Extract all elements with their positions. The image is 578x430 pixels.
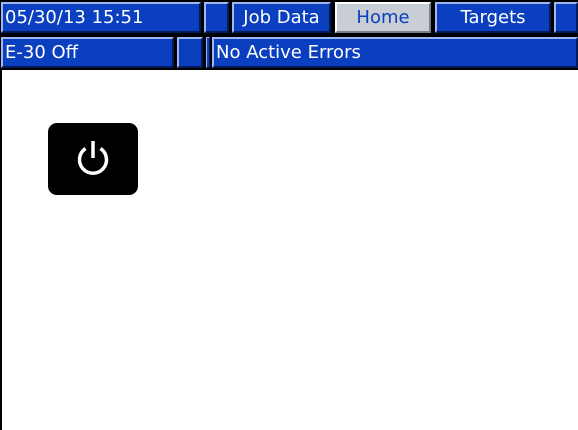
header-bar: 05/30/13 15:51 Job Data Home Targets — [0, 0, 578, 35]
tab-next[interactable] — [554, 2, 578, 33]
error-message: No Active Errors — [212, 37, 578, 68]
power-button[interactable] — [48, 123, 138, 195]
status-divider — [206, 37, 210, 68]
header-spacer — [204, 2, 229, 33]
system-status-label: E-30 Off — [1, 37, 174, 68]
home-screen — [0, 70, 578, 430]
status-spacer — [177, 37, 203, 68]
tab-targets[interactable]: Targets — [435, 2, 551, 33]
tab-job-data[interactable]: Job Data — [232, 2, 331, 33]
datetime-display: 05/30/13 15:51 — [1, 2, 201, 33]
tab-home[interactable]: Home — [335, 2, 431, 33]
status-bar: E-30 Off No Active Errors — [0, 35, 578, 70]
power-icon — [77, 141, 109, 175]
